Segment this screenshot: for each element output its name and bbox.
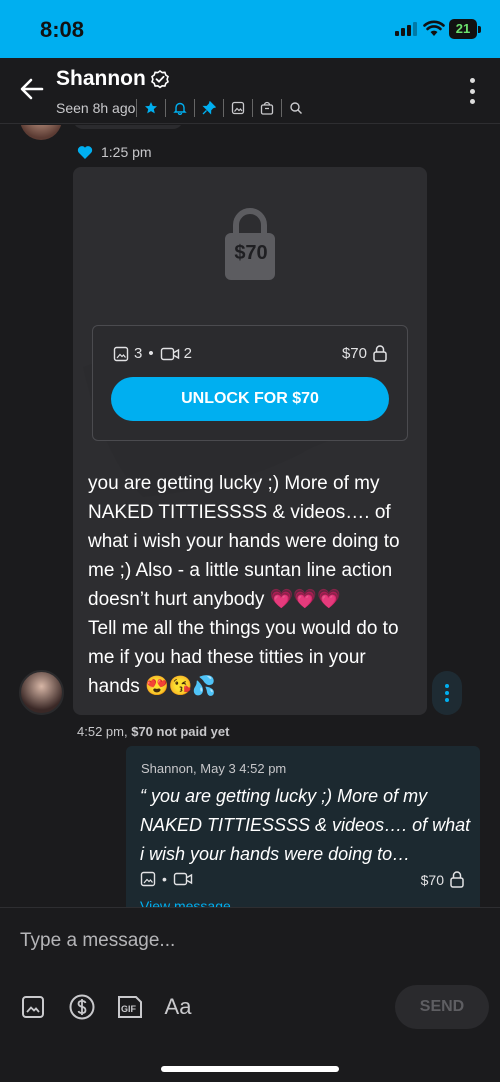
video-icon <box>173 872 193 886</box>
unlock-button[interactable]: UNLOCK FOR $70 <box>111 377 389 421</box>
lock-icon <box>373 345 387 362</box>
search-icon[interactable] <box>288 100 304 116</box>
message-thread[interactable]: 1:25 pm $70 3 • 2 $70 UNLOCK FOR $70 you… <box>0 125 500 907</box>
liked-time: 1:25 pm <box>101 144 152 160</box>
bell-icon[interactable] <box>172 100 188 116</box>
payment-status: $70 not paid yet <box>131 724 230 739</box>
wifi-icon <box>423 20 445 36</box>
message-menu-icon[interactable] <box>432 671 462 715</box>
message-meta: 4:52 pm, $70 not paid yet <box>77 724 229 739</box>
dollar-icon[interactable] <box>68 991 96 1023</box>
star-icon[interactable] <box>143 100 159 116</box>
media-counts: 3 • 2 <box>113 345 192 362</box>
video-icon <box>160 347 179 360</box>
more-options-icon[interactable] <box>462 78 482 104</box>
photo-count: 3 <box>134 345 143 362</box>
text-format-icon[interactable]: Aa <box>163 991 193 1023</box>
last-seen: Seen 8h ago <box>56 100 136 116</box>
home-indicator <box>161 1066 339 1072</box>
battery-tip <box>478 26 481 33</box>
liked-row: 1:25 pm <box>77 144 152 160</box>
bullet: • <box>162 871 167 887</box>
chat-header: Shannon Seen 8h ago <box>0 58 500 124</box>
reply-quote: “ you are getting lucky ;) More of my NA… <box>140 786 471 864</box>
bullet: • <box>148 345 154 362</box>
contact-name[interactable]: Shannon <box>56 67 146 91</box>
lock-icon <box>450 871 464 888</box>
avatar[interactable] <box>20 125 62 140</box>
back-arrow-icon[interactable] <box>18 75 46 103</box>
image-icon[interactable] <box>20 991 46 1023</box>
pin-icon[interactable] <box>201 100 217 116</box>
reply-price-value: $70 <box>420 871 444 888</box>
reply-price: $70 <box>421 871 464 888</box>
message-time: 4:52 pm, <box>77 724 128 739</box>
view-message-link[interactable]: View message <box>140 898 231 907</box>
message-input[interactable] <box>20 930 480 952</box>
header-actions <box>130 96 304 120</box>
message-text: you are getting lucky ;) More of my NAKE… <box>88 469 418 701</box>
verified-icon <box>151 70 169 89</box>
battery-icon: 21 <box>449 19 477 39</box>
message-composer: GIF Aa SEND <box>0 907 500 1082</box>
shopping-bag-icon[interactable] <box>259 100 275 116</box>
reply-from: Shannon, May 3 4:52 pm <box>141 761 287 776</box>
message-text-part-1: you are getting lucky ;) More of my NAKE… <box>88 473 400 610</box>
paid-media-box: 3 • 2 $70 UNLOCK FOR $70 <box>92 325 408 441</box>
locked-message-card: $70 3 • 2 $70 UNLOCK FOR $70 you are get… <box>73 167 427 715</box>
image-icon <box>113 346 129 361</box>
status-time: 8:08 <box>40 17 85 42</box>
reply-media-counts: • <box>140 871 193 887</box>
reply-preview-card[interactable]: Shannon, May 3 4:52 pm “ you are getting… <box>126 746 480 907</box>
media-price: $70 <box>342 345 387 362</box>
status-bar: 8:08 21 <box>0 0 500 58</box>
gif-icon[interactable]: GIF <box>117 991 143 1023</box>
send-button[interactable]: SEND <box>395 985 489 1029</box>
signal-icon <box>395 22 417 36</box>
media-price-value: $70 <box>341 345 367 362</box>
video-count: 2 <box>183 345 192 362</box>
message-text-part-2: Tell me all the things you would do to m… <box>88 618 399 697</box>
image-icon <box>140 871 156 887</box>
avatar[interactable] <box>19 670 64 715</box>
image-icon[interactable] <box>230 100 246 116</box>
gif-label: GIF <box>121 1004 137 1014</box>
heart-icon[interactable] <box>77 145 93 160</box>
locked-price-tag: $70 <box>234 242 268 264</box>
previous-message-bubble <box>73 125 183 129</box>
